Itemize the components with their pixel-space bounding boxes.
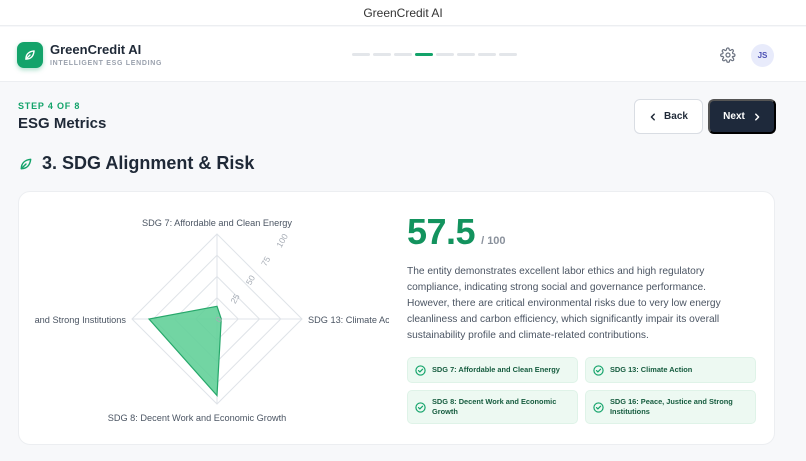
progress-step [394,53,412,56]
check-circle-icon [415,364,426,376]
window-title: GreenCredit AI [0,0,806,26]
score-value: 57.5 [407,211,476,252]
progress-step [373,53,391,56]
sdg-tag: SDG 7: Affordable and Clean Energy [407,357,578,383]
score-max: / 100 [481,235,506,247]
progress-step [436,53,454,56]
brand-name: GreenCredit AI [50,42,142,57]
radar-axis-label: SDG 7: Affordable and Clean Energy [142,218,292,228]
section-header: 3. SDG Alignment & Risk [18,153,254,174]
brand-tagline: INTELLIGENT ESG LENDING [50,60,163,67]
user-avatar[interactable]: JS [751,44,774,67]
leaf-logo-icon [17,42,43,68]
score-description: The entity demonstrates excellent labor … [407,266,721,341]
radar-axis-label: SDG 13: Climate Action [308,315,389,325]
sdg-tag-label: SDG 8: Decent Work and Economic Growth [432,397,557,416]
sdg-tag-label: SDG 7: Affordable and Clean Energy [432,365,560,374]
step-indicator: STEP 4 OF 8 [18,101,81,111]
back-button[interactable]: Back [634,99,703,134]
sdg-tag-list: SDG 7: Affordable and Clean Energy SDG 1… [407,357,756,424]
progress-step [499,53,517,56]
next-button[interactable]: Next [708,99,776,134]
check-circle-icon [593,364,604,376]
sdg-tag-label: SDG 13: Climate Action [610,365,693,374]
progress-step [478,53,496,56]
app-header: GreenCredit AI INTELLIGENT ESG LENDING J… [0,27,806,82]
chevron-left-icon [650,112,655,121]
step-progress [352,53,517,56]
next-button-label: Next [723,111,745,122]
radar-axis-label: SDG 8: Decent Work and Economic Growth [108,413,287,423]
leaf-icon [20,158,32,169]
sdg-radar-chart: 0255075100SDG 7: Affordable and Clean En… [35,218,389,423]
radar-tick-label: 100 [274,232,290,250]
chevron-right-icon [754,112,760,121]
radar-axis-label: and Strong Institutions [35,315,127,325]
page-title: ESG Metrics [18,115,107,132]
sdg-card: 0 25 50 75 100 SDG 7: Affordable and Clean En… [18,191,775,445]
sdg-tag: SDG 16: Peace, Justice and Strong Instit… [585,390,756,424]
radar-series-area [147,305,222,397]
sdg-tag-label: SDG 16: Peace, Justice and Strong Instit… [610,397,733,416]
progress-step [457,53,475,56]
progress-step [352,53,370,56]
check-circle-icon [593,401,604,413]
check-circle-icon [415,401,426,413]
radar-tick-label: 25 [228,292,242,305]
gear-icon[interactable] [720,47,736,63]
radar-tick-label: 75 [259,254,273,267]
progress-step [415,53,433,56]
sdg-tag: SDG 8: Decent Work and Economic Growth [407,390,578,424]
esg-score: 57.5 / 100 [407,211,506,253]
sdg-tag: SDG 13: Climate Action [585,357,756,383]
section-title: 3. SDG Alignment & Risk [42,153,255,173]
back-button-label: Back [664,111,688,122]
